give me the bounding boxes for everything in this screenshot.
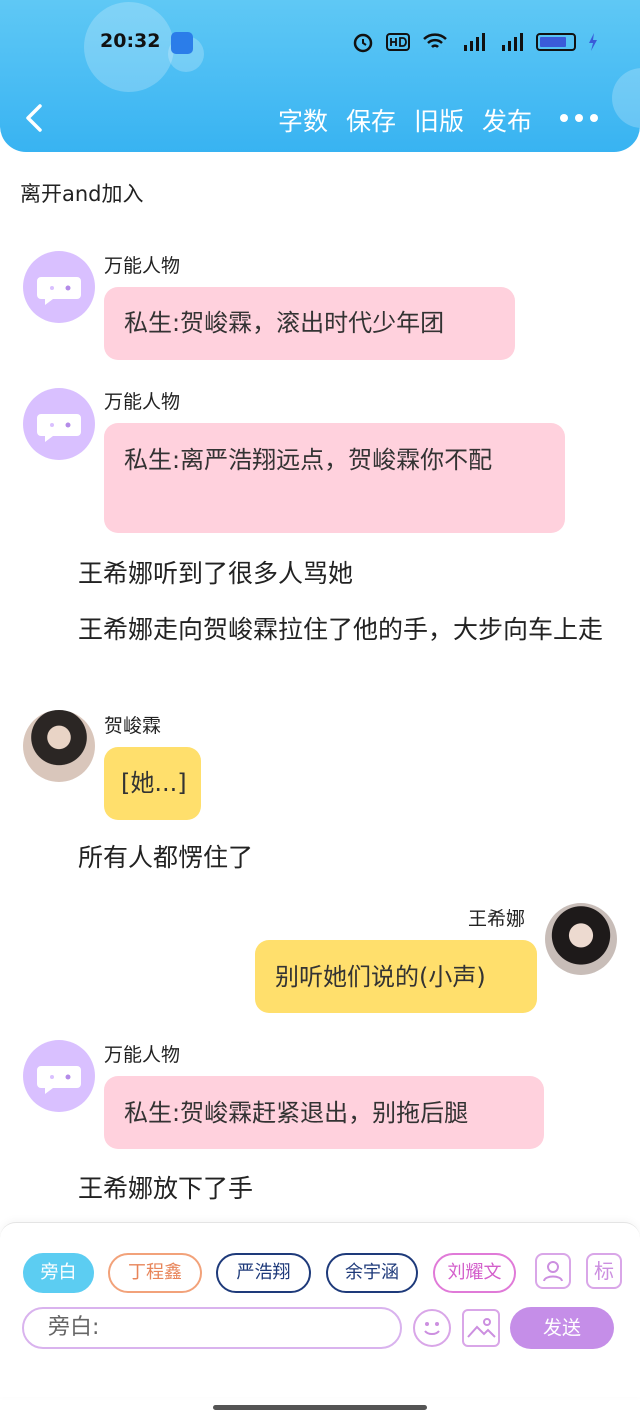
app-notification-icon <box>171 32 193 54</box>
role-chip[interactable]: 严浩翔 <box>216 1253 311 1293</box>
publish-button[interactable]: 发布 <box>482 102 532 138</box>
character-icon[interactable] <box>535 1253 571 1289</box>
header-bar: 20:32 字数 保存 旧版 发布 <box>0 0 640 152</box>
composer-panel: 旁白 丁程鑫 严浩翔 余宇涵 刘耀文 标 旁白: 发送 <box>0 1222 640 1397</box>
message-bubble[interactable]: 私生:贺峻霖，滚出时代少年团 <box>104 287 515 360</box>
narration-text[interactable]: 王希娜放下了手 <box>28 1170 608 1207</box>
old-version-button[interactable]: 旧版 <box>414 102 464 138</box>
speaker-name: 万能人物 <box>104 391 181 413</box>
battery-icon <box>536 33 576 51</box>
speaker-name: 万能人物 <box>104 1044 181 1066</box>
speaker-name: 万能人物 <box>104 255 181 277</box>
message-bubble[interactable]: [她...] <box>104 747 201 820</box>
chat-bubble-icon <box>37 414 81 442</box>
more-icon[interactable] <box>560 114 598 124</box>
avatar[interactable] <box>23 388 95 460</box>
role-chip[interactable]: 丁程鑫 <box>108 1253 202 1293</box>
narration-text[interactable]: 王希娜走向贺峻霖拉住了他的手，大步向车上走 <box>28 611 608 648</box>
status-bar: 20:32 <box>0 28 640 60</box>
avatar[interactable] <box>23 710 95 782</box>
status-time: 20:32 <box>100 30 161 52</box>
charging-icon <box>589 33 597 51</box>
5g-signal-icon <box>502 33 523 51</box>
message-bubble[interactable]: 私生:离严浩翔远点，贺峻霖你不配 <box>104 423 565 533</box>
narration-text[interactable]: 王希娜听到了很多人骂她 <box>28 555 608 592</box>
hd-icon <box>386 33 410 51</box>
chat-bubble-icon <box>37 1066 81 1094</box>
message-bubble[interactable]: 私生:贺峻霖赶紧退出，别拖后腿 <box>104 1076 544 1149</box>
image-icon[interactable] <box>462 1309 500 1347</box>
narration-text[interactable]: 所有人都愣住了 <box>28 839 608 876</box>
speaker-name: 王希娜 <box>468 908 526 930</box>
avatar[interactable] <box>23 251 95 323</box>
role-chip[interactable]: 余宇涵 <box>326 1253 418 1293</box>
editor-toolbar: 字数 保存 旧版 发布 <box>0 96 640 144</box>
chat-bubble-icon <box>37 277 81 305</box>
status-icons <box>352 31 598 53</box>
toolbar-actions: 字数 保存 旧版 发布 <box>278 102 532 138</box>
mark-button[interactable]: 标 <box>586 1253 622 1289</box>
message-input[interactable]: 旁白: <box>22 1307 402 1349</box>
chapter-title[interactable]: 离开and加入 <box>20 178 144 208</box>
4g-signal-icon <box>464 33 485 51</box>
back-icon[interactable] <box>20 98 52 138</box>
emoji-icon[interactable] <box>413 1309 451 1347</box>
save-button[interactable]: 保存 <box>346 102 396 138</box>
message-bubble[interactable]: 别听她们说的(小声) <box>255 940 537 1013</box>
word-count-button[interactable]: 字数 <box>278 102 328 138</box>
role-chip-narration[interactable]: 旁白 <box>23 1253 94 1293</box>
avatar[interactable] <box>23 1040 95 1112</box>
speaker-name: 贺峻霖 <box>104 715 162 737</box>
alarm-icon <box>353 33 373 53</box>
home-indicator[interactable] <box>213 1405 427 1410</box>
role-chip[interactable]: 刘耀文 <box>433 1253 516 1293</box>
wifi-icon <box>423 33 447 48</box>
send-button[interactable]: 发送 <box>510 1307 614 1349</box>
avatar[interactable] <box>545 903 617 975</box>
